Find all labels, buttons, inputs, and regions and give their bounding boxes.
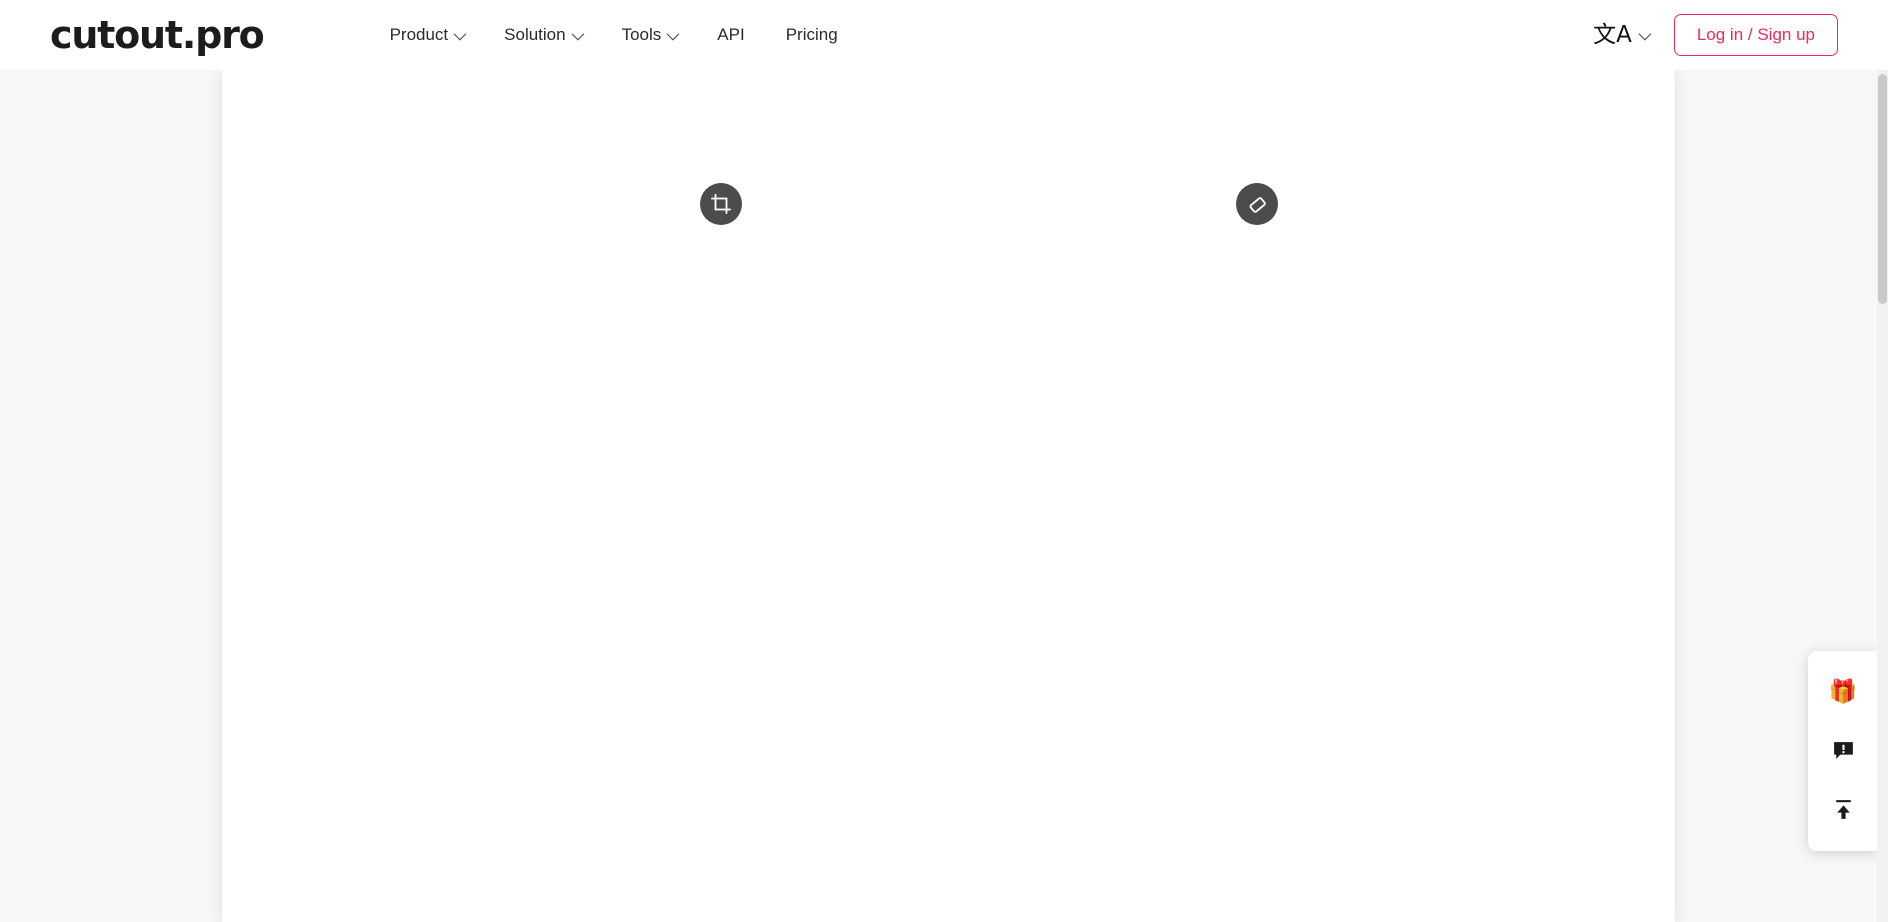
main-navigation: Product Solution Tools API Pricing [390,25,838,45]
nav-label: Product [389,25,449,44]
eraser-button[interactable] [1236,183,1278,225]
floating-side-widget: 🎁 [1808,651,1878,851]
language-translate-icon: 文A [1593,21,1632,48]
header-actions: 文A Log in / Sign up [1593,14,1838,56]
feedback-button[interactable] [1823,731,1863,771]
nav-item-api[interactable]: API [717,25,744,45]
chevron-down-icon [1638,27,1652,40]
page-scrollbar-thumb[interactable] [1878,74,1887,304]
eraser-icon [1249,197,1266,213]
feedback-icon [1833,742,1853,760]
site-header: cutout.pro Product Solution Tools API Pr… [0,0,1888,70]
nav-label: Solution [504,25,566,44]
chevron-down-icon [453,27,467,40]
nav-label: API [717,25,745,44]
nav-item-solution[interactable]: Solution [504,25,584,45]
nav-item-product[interactable]: Product [389,25,467,45]
crop-icon [710,193,732,215]
logo[interactable]: cutout.pro [50,16,265,54]
workspace-panel [222,70,1675,922]
chevron-down-icon [666,27,680,40]
nav-item-tools[interactable]: Tools [621,25,680,45]
nav-label: Tools [621,25,662,44]
nav-item-pricing[interactable]: Pricing [786,25,838,45]
scroll-to-top-icon [1835,800,1851,820]
language-selector[interactable]: 文A [1593,21,1652,48]
crop-button[interactable] [700,183,742,225]
scroll-to-top-button[interactable] [1823,790,1863,830]
login-signup-button[interactable]: Log in / Sign up [1673,14,1838,56]
chevron-down-icon [571,27,584,40]
nav-label: Pricing [785,25,838,44]
gift-icon[interactable]: 🎁 [1823,672,1863,712]
